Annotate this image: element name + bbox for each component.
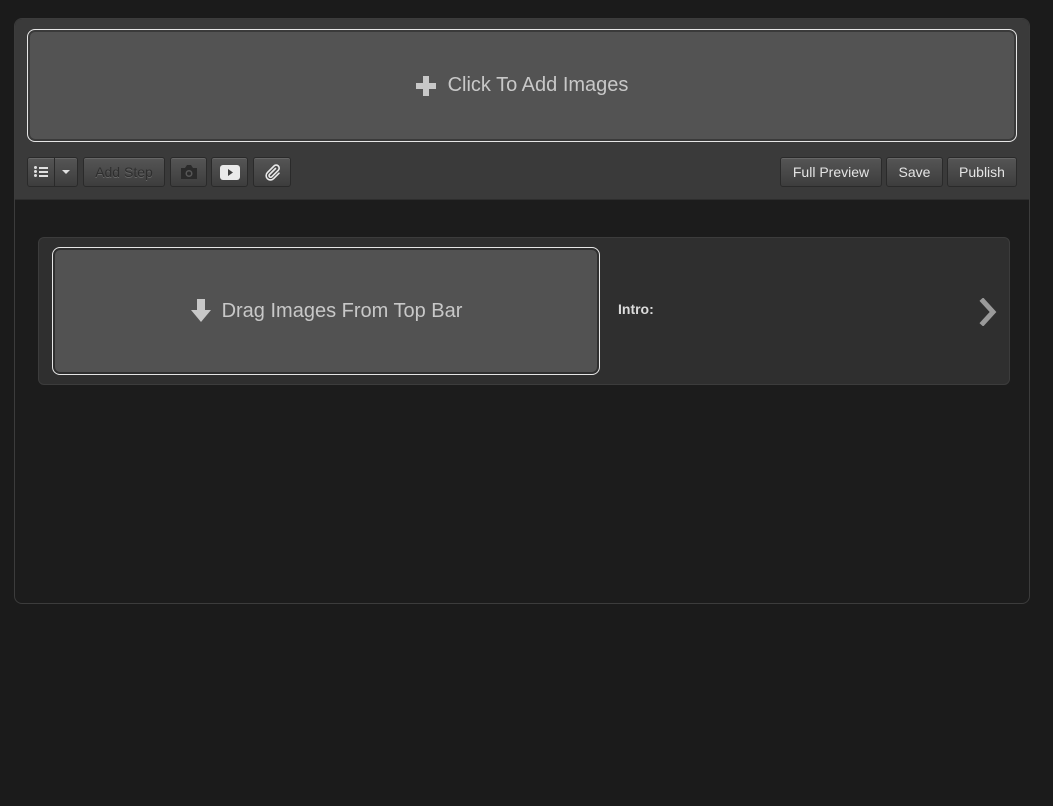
video-icon: [219, 164, 240, 180]
full-preview-button[interactable]: Full Preview: [780, 157, 882, 187]
guide-editor: Click To Add Images Add Step Full Previe…: [14, 18, 1030, 604]
add-step-button[interactable]: Add Step: [83, 157, 165, 187]
arrow-down-icon: [190, 299, 211, 322]
toolbar: Add Step Full Preview Save Publish: [27, 156, 1017, 188]
publish-button[interactable]: Publish: [947, 157, 1017, 187]
step-image-dropzone[interactable]: Drag Images From Top Bar: [52, 247, 600, 375]
add-images-dropzone[interactable]: Click To Add Images: [27, 29, 1017, 142]
dropzone-label: Drag Images From Top Bar: [221, 299, 463, 322]
intro-label: Intro:: [618, 301, 654, 317]
step-list-dropdown-button[interactable]: [54, 157, 78, 187]
step-list-button[interactable]: [27, 157, 55, 187]
plus-icon: [415, 75, 436, 96]
list-icon: [34, 166, 48, 178]
chevron-down-icon: [62, 170, 70, 174]
paperclip-icon: [265, 164, 280, 181]
chevron-right-icon[interactable]: [979, 298, 999, 326]
save-button[interactable]: Save: [886, 157, 943, 187]
step-card[interactable]: Drag Images From Top Bar Intro:: [38, 237, 1010, 385]
camera-icon: [180, 165, 197, 179]
attach-file-button[interactable]: [253, 157, 291, 187]
image-topbar: Click To Add Images Add Step Full Previe…: [15, 19, 1029, 200]
add-video-button[interactable]: [211, 157, 248, 187]
add-images-label: Click To Add Images: [447, 74, 629, 96]
add-photo-button[interactable]: [170, 157, 207, 187]
